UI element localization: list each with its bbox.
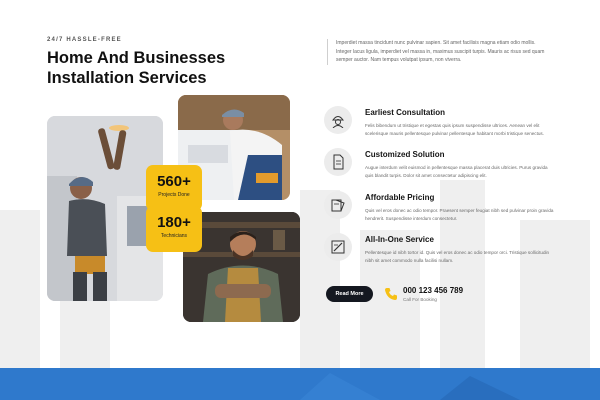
page: 24/7 HASSLE-FREE Home And Businesses Ins… <box>0 0 600 400</box>
stat-technicians: 180+ Technicians <box>146 206 202 252</box>
feature-description: Augue interdum velit euismod in pellente… <box>365 165 548 178</box>
feature-title: Earliest Consultation <box>365 108 446 117</box>
feature-description: Felis bibendum ut tristique et egestas q… <box>365 123 545 136</box>
worker-helmet-icon <box>324 106 352 134</box>
phone-icon[interactable] <box>384 287 398 301</box>
eyebrow-text: 24/7 HASSLE-FREE <box>47 37 122 43</box>
page-title: Home And Businesses Installation Service… <box>47 49 226 87</box>
stat-projects-done: 560+ Projects Done <box>146 165 202 211</box>
feature-description: Pellentesque id nibh tortor id. Quis vel… <box>365 250 550 263</box>
read-more-button[interactable]: Read More <box>326 286 373 302</box>
feature-title: All-In-One Service <box>365 235 434 244</box>
stat-technicians-label: Technicians <box>160 233 188 239</box>
feature-description: Quis vel eros donec ac odio tempor. Prae… <box>365 208 554 221</box>
pricing-swatch-icon <box>324 191 352 219</box>
bottom-banner <box>0 368 600 400</box>
document-icon <box>324 148 352 176</box>
tools-icon <box>324 233 352 261</box>
feature-title: Affordable Pricing <box>365 193 435 202</box>
stat-projects-value: 560+ <box>157 173 191 190</box>
phone-number[interactable]: 000 123 456 789 <box>403 286 463 295</box>
stat-technicians-value: 180+ <box>157 214 191 231</box>
bottom-banner-pattern <box>0 368 600 400</box>
feature-title: Customized Solution <box>365 150 445 159</box>
phone-label: Call For Booking <box>403 297 437 302</box>
intro-paragraph: Imperdiet massa tincidunt nunc pulvinar … <box>327 39 552 65</box>
stat-projects-label: Projects Done <box>158 192 190 198</box>
